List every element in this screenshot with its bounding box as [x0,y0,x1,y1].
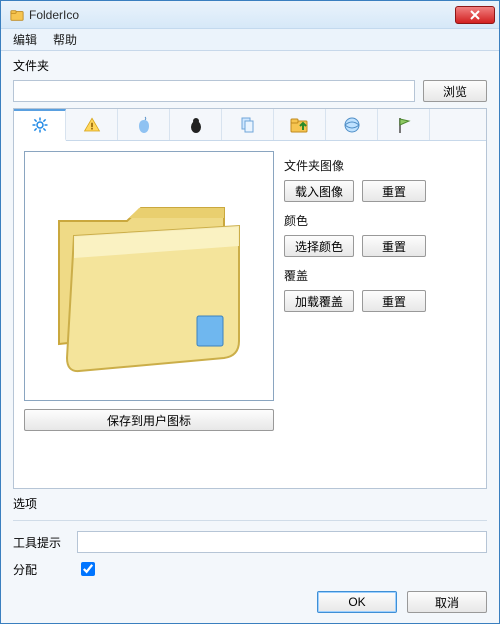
assign-label: 分配 [13,561,69,578]
assign-row: 分配 [13,559,487,579]
tab-docs[interactable] [222,109,274,140]
assign-checkbox[interactable] [81,562,95,576]
color-section-label: 颜色 [284,212,476,229]
folder-preview [24,151,274,401]
folder-large-icon [39,166,259,386]
load-image-button[interactable]: 载入图像 [284,180,354,202]
warning-icon [83,116,101,134]
flag-icon [397,116,411,134]
tab-flag[interactable] [378,109,430,140]
docs-icon [239,116,257,134]
globe-icon [343,116,361,134]
cancel-button[interactable]: 取消 [407,591,487,613]
reset-image-button[interactable]: 重置 [362,180,426,202]
window: FolderIco 编辑 帮助 文件夹 浏览 [0,0,500,624]
controls-column: 文件夹图像 载入图像 重置 颜色 选择颜色 重置 覆盖 加载覆盖 重置 [284,151,476,478]
menu-help[interactable]: 帮助 [45,29,85,50]
menubar: 编辑 帮助 [1,29,499,51]
tooltip-row: 工具提示 [13,531,487,553]
reset-color-button[interactable]: 重置 [362,235,426,257]
dialog-buttons: OK 取消 [13,585,487,613]
tab-warning[interactable] [66,109,118,140]
apple-icon [136,116,152,134]
blob-icon [188,116,204,134]
browse-button[interactable]: 浏览 [423,80,487,102]
folder-up-icon [290,116,310,134]
preview-column: 保存到用户图标 [24,151,274,478]
close-button[interactable] [455,6,495,24]
tab-gear[interactable] [14,109,66,141]
app-icon [9,7,25,23]
ok-button[interactable]: OK [317,591,397,613]
tab-apple[interactable] [118,109,170,140]
save-user-icon-button[interactable]: 保存到用户图标 [24,409,274,431]
folder-path-input[interactable] [13,80,415,102]
separator [13,520,487,521]
tab-blob[interactable] [170,109,222,140]
tab-strip [14,109,486,141]
folder-row: 浏览 [13,80,487,102]
tooltip-label: 工具提示 [13,534,69,551]
choose-color-button[interactable]: 选择颜色 [284,235,354,257]
tab-ie[interactable] [326,109,378,140]
reset-overlay-button[interactable]: 重置 [362,290,426,312]
options-header: 选项 [13,495,487,512]
load-overlay-button[interactable]: 加载覆盖 [284,290,354,312]
tabs-panel: 保存到用户图标 文件夹图像 载入图像 重置 颜色 选择颜色 重置 覆盖 [13,108,487,489]
tab-up[interactable] [274,109,326,140]
overlay-section-label: 覆盖 [284,267,476,284]
window-title: FolderIco [29,8,455,22]
gear-icon [31,116,49,134]
image-section-label: 文件夹图像 [284,157,476,174]
tab-body: 保存到用户图标 文件夹图像 载入图像 重置 颜色 选择颜色 重置 覆盖 [14,141,486,488]
titlebar: FolderIco [1,1,499,29]
folder-label: 文件夹 [13,57,487,74]
content: 文件夹 浏览 [1,51,499,623]
tooltip-input[interactable] [77,531,487,553]
menu-edit[interactable]: 编辑 [5,29,45,50]
